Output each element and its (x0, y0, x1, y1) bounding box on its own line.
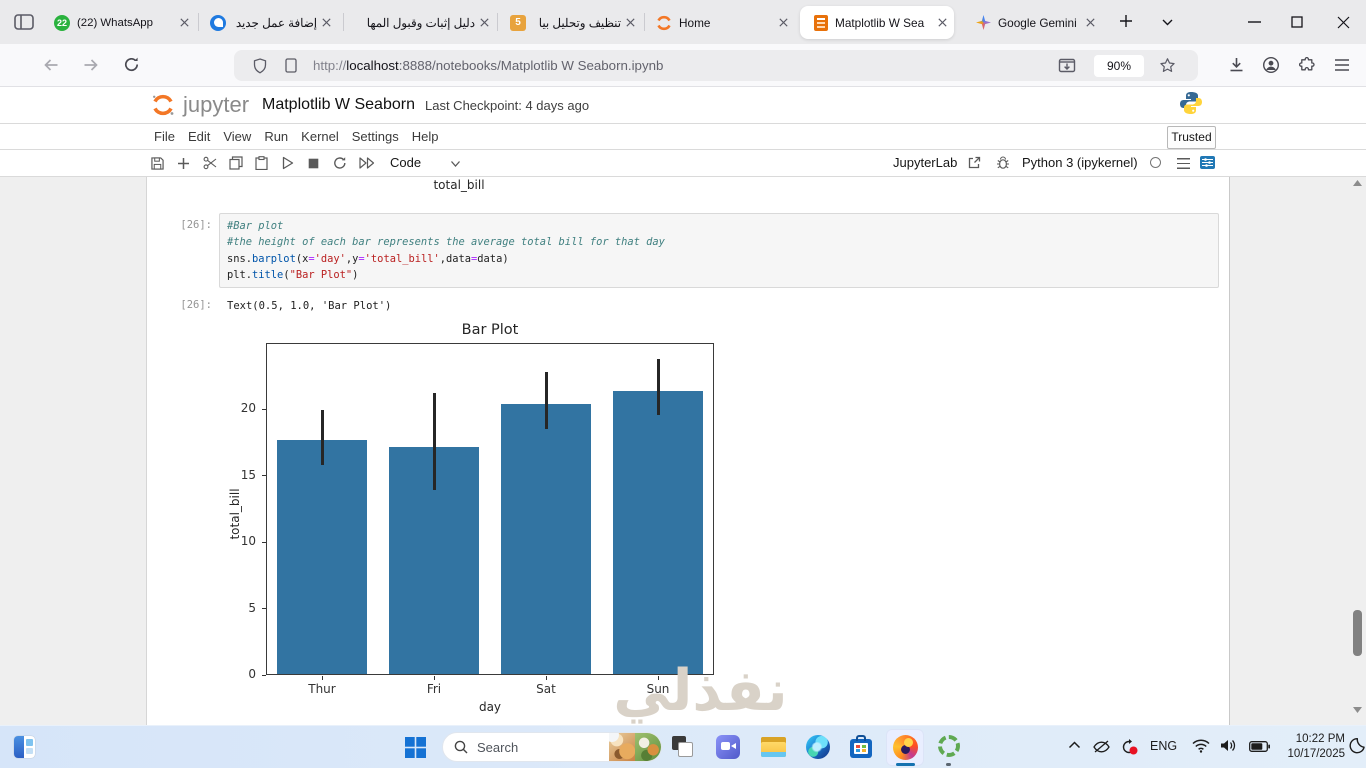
firefox-icon (893, 735, 918, 760)
x-tick (321, 676, 323, 680)
edge-icon[interactable] (806, 735, 830, 759)
screen: 22 (22) WhatsApp إضافة عمل جديد | دليل إ… (0, 0, 1366, 768)
x-tick-label: Sat (536, 682, 556, 696)
tray-eye-slash-icon[interactable] (1092, 738, 1111, 755)
y-tick-label: 5 (248, 600, 256, 615)
search-placeholder: Search (477, 739, 519, 755)
search-highlights-thumbnail[interactable] (609, 733, 661, 761)
tray-date: 10/17/2025 (1287, 748, 1345, 760)
x-tick-label: Thur (308, 682, 336, 696)
x-tick (545, 676, 547, 680)
tray-time: 10:22 PM (1295, 733, 1345, 745)
scroll-down-arrow[interactable] (1353, 707, 1362, 713)
tray-sync-icon[interactable] (1120, 738, 1139, 756)
y-tick-label: 0 (248, 667, 256, 681)
green-ring-app-icon[interactable] (938, 735, 960, 757)
x-axis-label: day (478, 700, 502, 714)
task-view-icon[interactable] (672, 736, 694, 758)
ms-store-icon[interactable] (849, 735, 873, 759)
tray-moon-icon[interactable] (1345, 735, 1366, 757)
scrollbar-track[interactable] (1349, 177, 1366, 768)
tray-clock[interactable]: 10:22 PM 10/17/2025 (1280, 732, 1345, 762)
tray-language[interactable]: ENG (1150, 739, 1177, 753)
chat-teams-icon[interactable] (716, 735, 740, 759)
taskbar: Search ENG 10:22 PM 10/17/2025 (0, 725, 1366, 768)
green-app-running-indicator (946, 763, 951, 766)
chart-title: Bar Plot (461, 322, 519, 338)
y-axis-label: total_bill (228, 488, 242, 540)
x-tick-label: Fri (426, 682, 442, 696)
x-tick (433, 676, 435, 680)
widgets-icon[interactable] (14, 736, 35, 758)
tray-volume-icon[interactable] (1220, 738, 1237, 753)
tray-battery-icon[interactable] (1249, 741, 1270, 752)
scrollbar-thumb[interactable] (1353, 610, 1362, 656)
search-icon (454, 740, 468, 754)
scroll-up-arrow[interactable] (1353, 180, 1362, 186)
taskbar-search[interactable]: Search (442, 732, 662, 762)
firefox-taskbar-button[interactable] (886, 729, 924, 766)
bar-plot-figure: Bar Plot Thur Fri Sat Sun 0 5 10 15 20 day total_bi… (0, 0, 1366, 768)
axes-frame (266, 343, 714, 675)
tray-chevron-up-icon[interactable] (1068, 741, 1081, 749)
start-button[interactable] (405, 737, 426, 758)
watermark: نفذلي (613, 658, 788, 724)
file-explorer-icon[interactable] (761, 735, 786, 759)
y-tick-label: 20 (240, 401, 256, 416)
firefox-active-indicator (896, 763, 915, 766)
tray-wifi-icon[interactable] (1192, 739, 1210, 753)
